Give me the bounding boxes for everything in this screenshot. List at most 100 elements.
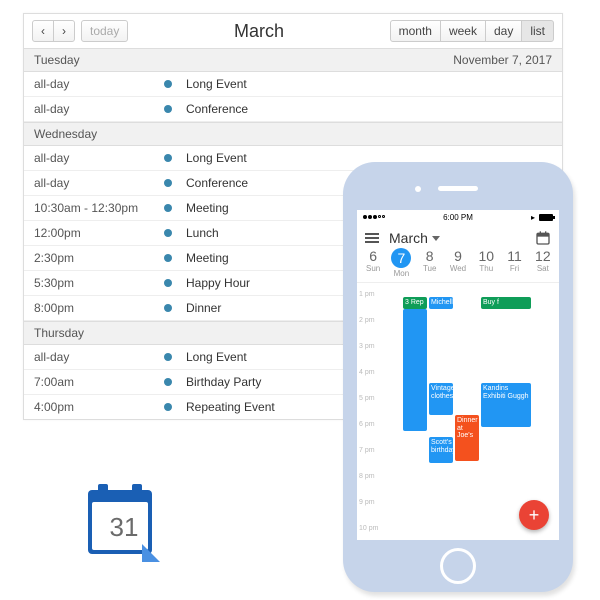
calendar-title: March — [128, 21, 389, 42]
mobile-event[interactable]: Scott's birthday — [429, 437, 453, 463]
time-label: 8 pm — [359, 473, 375, 480]
mobile-header: March — [357, 224, 559, 248]
mobile-month-dropdown[interactable]: March — [389, 230, 440, 246]
day-of-week: Thu — [472, 264, 500, 273]
day-name: Wednesday — [34, 127, 97, 141]
calendar-icon-date: 31 — [88, 512, 160, 543]
view-switcher: month week day list — [390, 20, 554, 42]
mobile-event[interactable]: Vintage clothes — [429, 383, 453, 415]
day-number: 8 — [416, 248, 444, 264]
day-column[interactable]: 9Wed — [444, 248, 472, 278]
bluetooth-icon: ▸ — [531, 213, 535, 222]
mobile-event-title: Michell — [431, 299, 453, 306]
mobile-event-title: Scott's birthday — [431, 439, 453, 454]
event-title: Birthday Party — [186, 375, 261, 389]
mobile-event[interactable]: Michell — [429, 297, 453, 309]
hamburger-icon[interactable] — [365, 233, 379, 243]
time-label: 5 pm — [359, 395, 375, 402]
status-bar: 6:00 PM ▸ — [357, 210, 559, 224]
event-time: 10:30am - 12:30pm — [34, 201, 164, 215]
event-dot-icon — [164, 378, 172, 386]
event-time: 7:00am — [34, 375, 164, 389]
time-label: 10 pm — [359, 525, 378, 532]
event-dot-icon — [164, 204, 172, 212]
home-button[interactable] — [440, 548, 476, 584]
chevron-down-icon — [432, 236, 440, 241]
day-number: 7 — [391, 248, 411, 268]
event-dot-icon — [164, 403, 172, 411]
view-day-button[interactable]: day — [485, 20, 522, 42]
event-dot-icon — [164, 154, 172, 162]
event-time: 12:00pm — [34, 226, 164, 240]
mobile-event[interactable]: Dinner at Joe's — [455, 415, 479, 461]
event-time: 4:00pm — [34, 400, 164, 414]
event-dot-icon — [164, 105, 172, 113]
event-title: Happy Hour — [186, 276, 250, 290]
phone-screen: 6:00 PM ▸ March 6Sun7Mon8Tue9Wed10Thu11F… — [357, 210, 559, 540]
day-column[interactable]: 7Mon — [387, 248, 415, 278]
event-title: Meeting — [186, 251, 229, 265]
mobile-event-title: Dinner at Joe's — [457, 417, 478, 439]
view-list-button[interactable]: list — [521, 20, 554, 42]
day-column[interactable]: 12Sat — [529, 248, 557, 278]
mobile-event-title: Kandins Exhibiti Guggh — [483, 385, 529, 400]
day-number: 12 — [529, 248, 557, 264]
day-column[interactable]: 8Tue — [416, 248, 444, 278]
day-column[interactable]: 11Fri — [500, 248, 528, 278]
day-header: Wednesday — [24, 122, 562, 146]
event-title: Repeating Event — [186, 400, 275, 414]
time-label: 3 pm — [359, 343, 375, 350]
event-row[interactable]: all-dayLong Event — [24, 72, 562, 97]
mobile-event[interactable]: 3 Rep — [403, 297, 427, 309]
time-label: 7 pm — [359, 447, 375, 454]
mobile-event[interactable]: Buy f — [481, 297, 531, 309]
today-button[interactable]: today — [81, 20, 128, 42]
day-column[interactable]: 6Sun — [359, 248, 387, 278]
day-name: Tuesday — [34, 53, 80, 67]
phone-mockup: 6:00 PM ▸ March 6Sun7Mon8Tue9Wed10Thu11F… — [343, 162, 573, 592]
time-label: 4 pm — [359, 369, 375, 376]
time-label: 1 pm — [359, 291, 375, 298]
status-time: 6:00 PM — [385, 213, 531, 222]
event-dot-icon — [164, 353, 172, 361]
battery-icon — [539, 214, 553, 221]
calendar-today-icon[interactable] — [535, 230, 551, 246]
day-of-week: Mon — [387, 269, 415, 278]
event-title: Long Event — [186, 350, 247, 364]
event-dot-icon — [164, 229, 172, 237]
calendar-toolbar: ‹ › today March month week day list — [24, 14, 562, 48]
event-title: Conference — [186, 176, 248, 190]
google-calendar-icon: 31 — [88, 490, 160, 562]
day-column[interactable]: 10Thu — [472, 248, 500, 278]
mobile-event-title: Vintage clothes — [431, 385, 453, 400]
event-dot-icon — [164, 179, 172, 187]
event-time: all-day — [34, 350, 164, 364]
event-dot-icon — [164, 80, 172, 88]
day-of-week: Wed — [444, 264, 472, 273]
prev-button[interactable]: ‹ — [32, 20, 54, 42]
day-name: Thursday — [34, 326, 84, 340]
event-time: all-day — [34, 176, 164, 190]
day-number: 6 — [359, 248, 387, 264]
next-button[interactable]: › — [53, 20, 75, 42]
event-time: 8:00pm — [34, 301, 164, 315]
event-title: Long Event — [186, 151, 247, 165]
day-number: 9 — [444, 248, 472, 264]
event-title: Lunch — [186, 226, 219, 240]
event-time: all-day — [34, 102, 164, 116]
time-label: 9 pm — [359, 499, 375, 506]
mobile-event[interactable]: Kandins Exhibiti Guggh — [481, 383, 531, 427]
event-title: Long Event — [186, 77, 247, 91]
day-of-week: Fri — [500, 264, 528, 273]
add-event-fab[interactable]: + — [519, 500, 549, 530]
day-number: 11 — [500, 248, 528, 264]
time-label: 2 pm — [359, 317, 375, 324]
event-row[interactable]: all-dayConference — [24, 97, 562, 122]
event-time: 2:30pm — [34, 251, 164, 265]
view-month-button[interactable]: month — [390, 20, 441, 42]
event-dot-icon — [164, 254, 172, 262]
mobile-event-title: Buy f — [483, 299, 499, 306]
view-week-button[interactable]: week — [440, 20, 486, 42]
mobile-event[interactable] — [403, 309, 427, 431]
mobile-day-strip: 6Sun7Mon8Tue9Wed10Thu11Fri12Sat — [357, 248, 559, 283]
